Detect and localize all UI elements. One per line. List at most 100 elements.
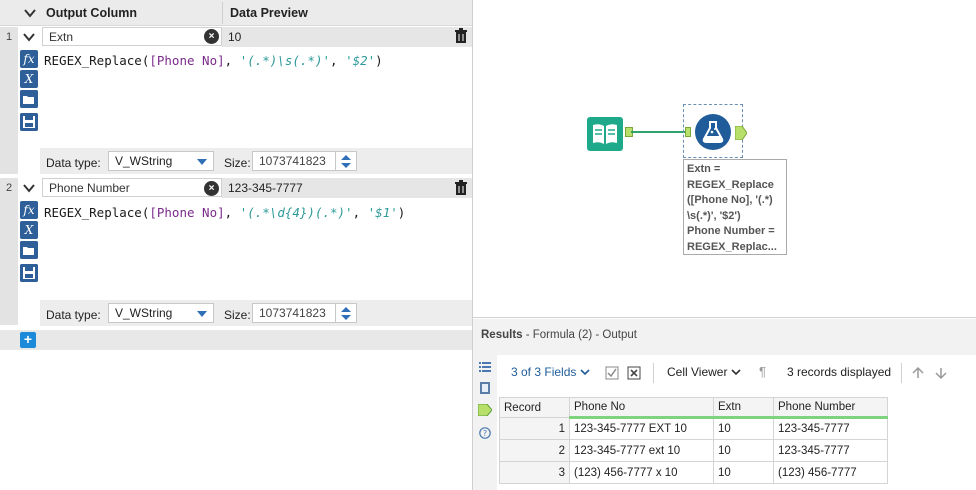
collapse-all-chevron-icon[interactable] — [22, 6, 38, 20]
expr-pattern: '(.*\d{4})(.*)' — [239, 205, 353, 220]
formula-config-panel: Output Column Data Preview 1 Extn × 10 f… — [0, 0, 472, 490]
table-cell[interactable]: 10 — [713, 417, 774, 440]
formula-tool[interactable] — [695, 114, 731, 150]
tool-annotation: Extn = REGEX_Replace ([Phone No], '(.*) … — [683, 159, 787, 255]
variable-icon[interactable]: X — [20, 221, 38, 239]
chevron-down-icon[interactable] — [22, 31, 36, 43]
save-icon[interactable] — [20, 264, 38, 282]
checkbox-icon[interactable] — [605, 366, 619, 380]
data-type-label: Data type: — [46, 156, 101, 170]
expr-function: REGEX_Replace( — [44, 53, 150, 68]
column-header-phone-number[interactable]: Phone Number — [773, 397, 888, 419]
arrow-down-icon[interactable] — [934, 366, 948, 380]
expr-comma: , — [330, 53, 346, 68]
results-heading: Results — [481, 329, 523, 341]
table-cell[interactable]: (123) 456-7777 — [773, 461, 888, 484]
book-icon — [593, 124, 617, 144]
fields-selector[interactable]: 3 of 3 Fields — [511, 365, 590, 379]
list-icon[interactable] — [479, 361, 491, 373]
table-row: 1 123-345-7777 EXT 10 10 123-345-7777 — [499, 417, 888, 440]
data-type-dropdown[interactable]: V_WString — [108, 151, 214, 171]
output-anchor-icon[interactable] — [478, 404, 492, 416]
column-header: Output Column Data Preview — [0, 0, 472, 26]
close-box-icon[interactable] — [627, 366, 641, 380]
arrow-up-icon[interactable] — [911, 366, 925, 380]
table-cell[interactable]: 10 — [713, 439, 774, 462]
variable-icon[interactable]: X — [20, 70, 38, 88]
trash-icon[interactable] — [454, 28, 468, 44]
expression-toolbar: fx X — [20, 201, 40, 287]
arrow-up-icon[interactable] — [341, 155, 351, 160]
table-cell[interactable]: 123-345-7777 EXT 10 — [569, 417, 714, 440]
column-header-extn[interactable]: Extn — [713, 397, 774, 419]
record-cell[interactable]: 2 — [499, 439, 570, 462]
table-row: 3 (123) 456-7777 x 10 10 (123) 456-7777 — [499, 461, 888, 484]
record-cell[interactable]: 1 — [499, 417, 570, 440]
results-panel: Results - Formula (2) - Output ? 3 of 3 … — [473, 319, 976, 490]
size-stepper[interactable] — [335, 303, 357, 323]
column-header-phone-no[interactable]: Phone No — [569, 397, 714, 419]
expr-field: [Phone No] — [149, 53, 225, 68]
data-type-value: V_WString — [115, 154, 173, 168]
expression-editor[interactable]: REGEX_Replace([Phone No], '(.*\d{4})(.*)… — [44, 205, 405, 220]
trash-icon[interactable] — [454, 180, 468, 196]
help-icon[interactable]: ? — [479, 427, 491, 439]
clear-icon[interactable]: × — [204, 29, 219, 44]
grid-icon[interactable] — [479, 382, 491, 394]
record-cell[interactable]: 3 — [499, 461, 570, 484]
data-preview-cell — [222, 27, 472, 47]
flask-icon — [702, 121, 724, 143]
output-column-name-field[interactable]: Extn — [42, 27, 222, 46]
output-anchor-icon[interactable] — [735, 126, 747, 140]
toolbar-separator — [653, 363, 654, 383]
chevron-down-icon[interactable] — [22, 182, 36, 194]
data-preview-value: 123-345-7777 — [228, 181, 303, 195]
size-label: Size: — [224, 308, 251, 322]
chevron-down-icon — [197, 311, 207, 317]
table-cell[interactable]: 123-345-7777 — [773, 417, 888, 440]
workflow-canvas[interactable]: Extn = REGEX_Replace ([Phone No], '(.*) … — [473, 0, 976, 318]
size-stepper[interactable] — [335, 151, 357, 171]
table-cell[interactable]: 10 — [713, 461, 774, 484]
input-data-tool[interactable] — [587, 117, 623, 151]
folder-open-icon[interactable] — [20, 90, 38, 108]
data-type-dropdown[interactable]: V_WString — [108, 303, 214, 323]
cell-viewer-selector[interactable]: Cell Viewer — [667, 365, 741, 379]
column-header-record[interactable]: Record — [499, 397, 570, 418]
expr-comma: , — [224, 53, 240, 68]
chevron-down-icon — [197, 159, 207, 165]
output-column-name-field[interactable]: Phone Number — [42, 178, 222, 197]
table-cell[interactable]: 123-345-7777 — [773, 439, 888, 462]
fx-icon[interactable]: fx — [20, 50, 38, 68]
table-header-row: Record Phone No Extn Phone Number — [499, 397, 888, 419]
size-label: Size: — [224, 156, 251, 170]
expression-editor[interactable]: REGEX_Replace([Phone No], '(.*)\s(.*)', … — [44, 53, 383, 68]
plus-icon[interactable]: + — [20, 332, 36, 348]
folder-open-icon[interactable] — [20, 241, 38, 259]
arrow-up-icon[interactable] — [341, 307, 351, 312]
chevron-down-icon — [731, 369, 741, 376]
clear-icon[interactable]: × — [204, 181, 219, 196]
toolbar-separator — [901, 363, 902, 383]
chevron-down-icon — [580, 369, 590, 376]
expr-replacement: '$1' — [367, 205, 398, 220]
expr-pattern: '(.*)\s(.*)' — [239, 53, 330, 68]
expr-comma: , — [224, 205, 240, 220]
column-separator[interactable] — [222, 2, 223, 24]
size-field[interactable]: 1073741823 — [252, 303, 336, 323]
table-cell[interactable]: 123-345-7777 ext 10 — [569, 439, 714, 462]
size-field[interactable]: 1073741823 — [252, 151, 336, 171]
pilcrow-icon[interactable]: ¶ — [759, 364, 766, 379]
arrow-down-icon[interactable] — [341, 315, 351, 320]
expr-close: ) — [375, 53, 383, 68]
fx-icon[interactable]: fx — [20, 201, 38, 219]
table-cell[interactable]: (123) 456-7777 x 10 — [569, 461, 714, 484]
data-preview-value: 10 — [228, 30, 242, 44]
expr-close: ) — [397, 205, 406, 220]
row-number: 1 — [6, 31, 13, 43]
data-type-value: V_WString — [115, 306, 173, 320]
save-icon[interactable] — [20, 113, 38, 131]
arrow-down-icon[interactable] — [341, 163, 351, 168]
connection-line[interactable] — [631, 131, 687, 133]
results-side-toolbar: ? — [473, 355, 497, 490]
